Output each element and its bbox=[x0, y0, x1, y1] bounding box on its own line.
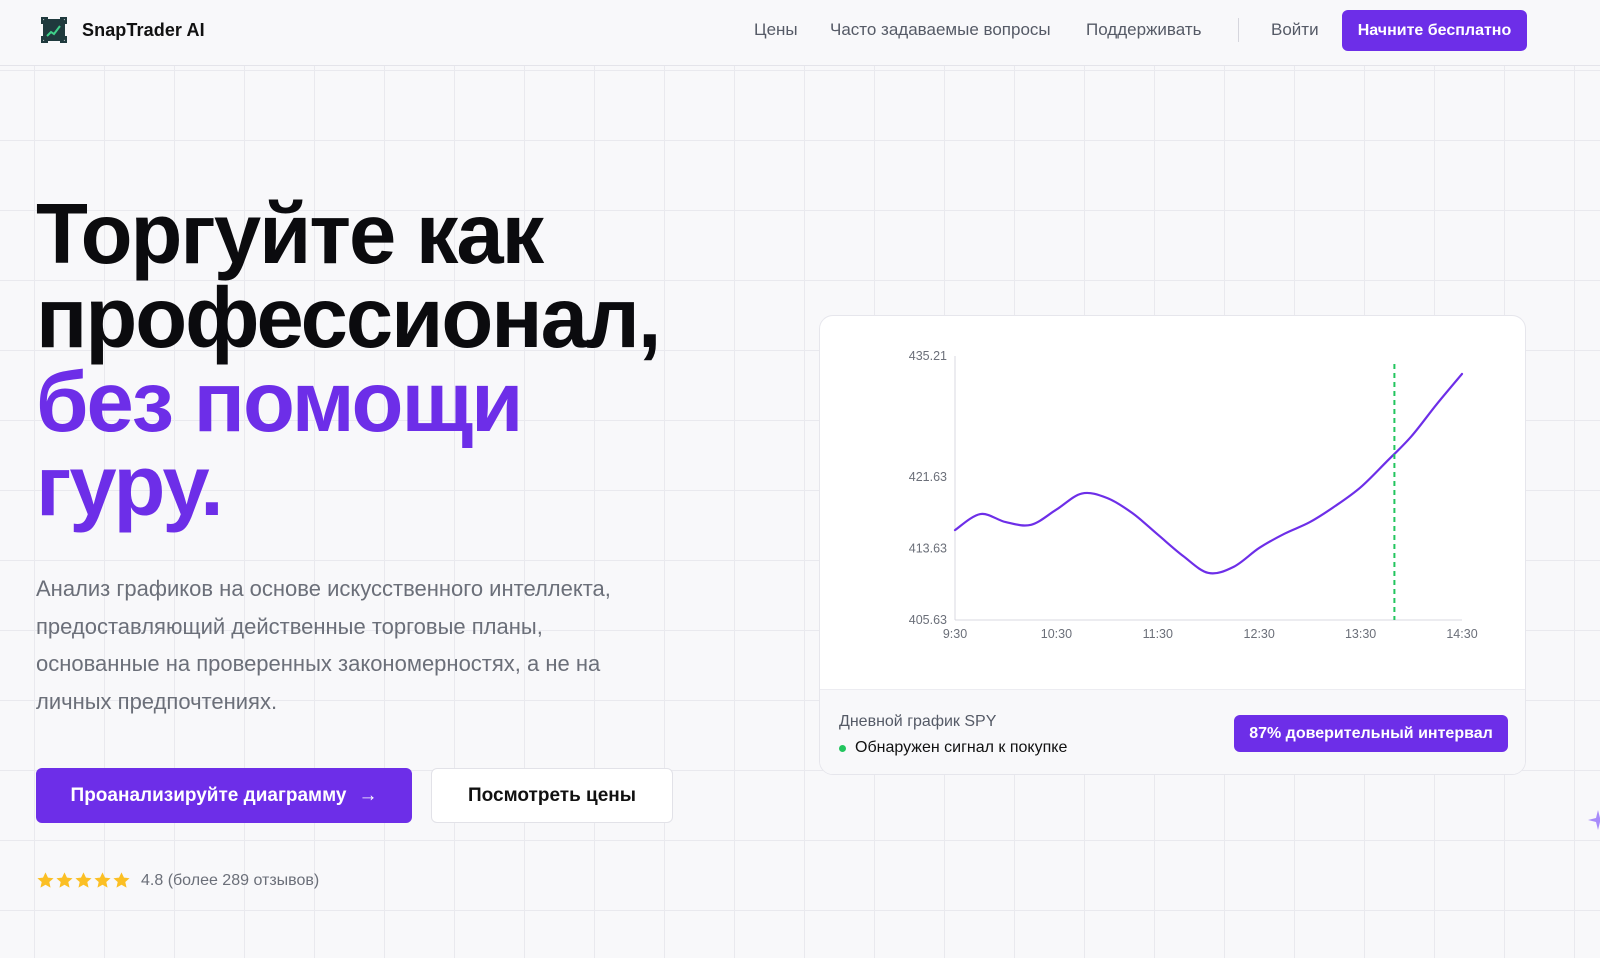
view-pricing-button[interactable]: Посмотреть цены bbox=[431, 768, 673, 823]
sparkle-icon bbox=[1588, 810, 1600, 830]
headline-line-1: Торгуйте как bbox=[36, 187, 544, 282]
chart-card-footer: Дневной график SPY Обнаружен сигнал к по… bbox=[820, 689, 1525, 774]
chart-scan-icon bbox=[41, 17, 67, 43]
star-icon bbox=[37, 872, 54, 888]
nav-faq-link[interactable]: Часто задаваемые вопросы bbox=[830, 20, 1051, 40]
x-tick-label: 11:30 bbox=[1143, 627, 1173, 641]
rating-text: 4.8 (более 289 отзывов) bbox=[141, 871, 320, 889]
green-dot-icon bbox=[839, 744, 846, 752]
chart-preview-card: 435.21 421.63 413.63 405.63 9:30 10:30 11:30 12… bbox=[819, 315, 1526, 775]
login-link[interactable]: Войти bbox=[1271, 20, 1319, 40]
analyze-chart-button[interactable]: Проанализируйте диаграмму → bbox=[36, 768, 412, 823]
chart-caption: Дневной график SPY bbox=[839, 713, 997, 730]
hero-headline: Торгуйте как профессионал, без помощи гу… bbox=[36, 187, 756, 534]
rating-stars bbox=[36, 871, 131, 890]
series-line-spy bbox=[953, 372, 1464, 575]
rating-row: 4.8 (более 289 отзывов) bbox=[36, 871, 319, 890]
signal-text: Обнаружен сигнал к покупке bbox=[855, 739, 1068, 756]
signal-status: Обнаружен сигнал к покупке bbox=[839, 739, 1067, 757]
star-icon bbox=[113, 872, 130, 888]
y-tick-label: 435.21 bbox=[909, 349, 947, 363]
start-free-button[interactable]: Начните бесплатно bbox=[1342, 10, 1527, 51]
y-tick-label: 413.63 bbox=[909, 542, 947, 556]
arrow-right-icon: → bbox=[358, 784, 378, 806]
top-nav-bar: SnapTrader AI Цены Часто задаваемые вопр… bbox=[0, 0, 1600, 66]
y-tick-label: 405.63 bbox=[909, 613, 947, 627]
headline-line-4-accent: гуру. bbox=[36, 439, 224, 534]
x-tick-label: 12:30 bbox=[1244, 627, 1275, 641]
headline-line-2: профессионал, bbox=[36, 271, 662, 366]
star-icon bbox=[56, 872, 73, 888]
x-tick-label: 13:30 bbox=[1345, 627, 1376, 641]
star-icon bbox=[94, 872, 111, 888]
x-tick-label: 10:30 bbox=[1041, 627, 1072, 641]
brand-logo[interactable]: SnapTrader AI bbox=[40, 16, 205, 44]
x-tick-label: 9:30 bbox=[943, 627, 967, 641]
brand-name: SnapTrader AI bbox=[82, 19, 205, 40]
nav-divider bbox=[1238, 18, 1239, 42]
analyze-chart-button-label: Проанализируйте диаграмму bbox=[70, 784, 347, 806]
nav-support-link[interactable]: Поддерживать bbox=[1086, 20, 1201, 40]
headline-line-3-accent: без помощи bbox=[36, 355, 523, 450]
nav-pricing-link[interactable]: Цены bbox=[754, 20, 798, 40]
hero-subtitle: Анализ графиков на основе искусственного… bbox=[36, 576, 611, 714]
star-icon bbox=[75, 872, 92, 888]
price-line-chart: 435.21 421.63 413.63 405.639:30 10:30 11:30 12… bbox=[909, 349, 1478, 641]
x-tick-label: 14:30 bbox=[1446, 627, 1477, 641]
confidence-badge: 87% доверительный интервал bbox=[1234, 715, 1508, 752]
y-tick-label: 421.63 bbox=[909, 470, 947, 484]
